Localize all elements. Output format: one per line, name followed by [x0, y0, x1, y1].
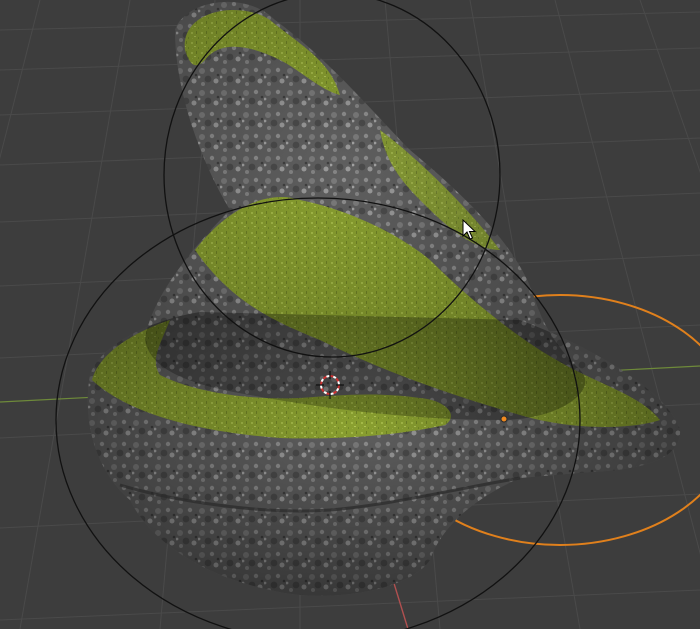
- 3d-viewport[interactable]: [0, 0, 700, 629]
- moss-rock-mesh[interactable]: [87, 1, 681, 596]
- object-origin-icon: [500, 415, 508, 423]
- viewport-canvas[interactable]: [0, 0, 700, 629]
